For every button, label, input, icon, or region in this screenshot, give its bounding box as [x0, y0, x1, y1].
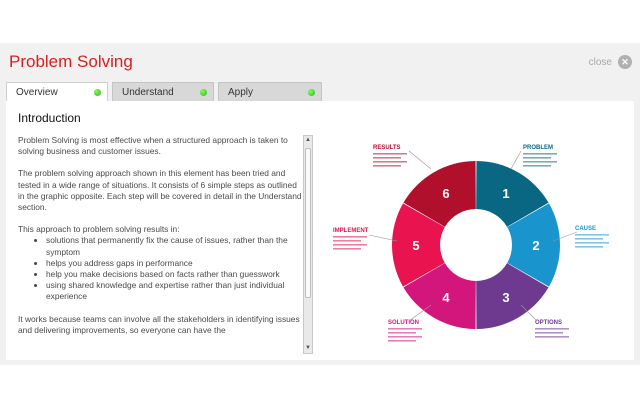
tab-label: Overview [16, 87, 58, 98]
list-item: using shared knowledge and expertise rat… [46, 280, 304, 302]
fine-print-line [333, 248, 361, 250]
close-button[interactable]: close ✕ [589, 55, 632, 69]
fine-print-line [535, 332, 563, 334]
tab-understand[interactable]: Understand [112, 82, 214, 101]
scroll-down-arrow-icon[interactable]: ▼ [304, 344, 312, 353]
content-area: Introduction Problem Solving is most eff… [6, 101, 634, 360]
ring-center [440, 209, 512, 281]
fine-print-line [535, 328, 569, 330]
close-label: close [588, 56, 612, 68]
scrollbar-thumb[interactable] [305, 148, 311, 298]
fine-print-line [333, 236, 367, 238]
tab-label: Apply [228, 87, 254, 98]
fine-print-line [373, 157, 401, 159]
tab-apply[interactable]: Apply [218, 82, 322, 101]
fine-print-line [388, 336, 422, 338]
fine-print-line [333, 244, 367, 246]
leader-line [510, 150, 522, 170]
paragraph: It works because teams can involve all t… [18, 313, 300, 335]
section-heading: Introduction [18, 111, 81, 125]
status-dot-icon [94, 89, 101, 96]
fine-print-line [388, 328, 422, 330]
segment-number: 6 [442, 186, 449, 201]
segment-number: 2 [532, 238, 539, 253]
fine-print-line [575, 234, 609, 236]
tab-label: Understand [122, 87, 174, 98]
paragraph: The problem solving approach shown in th… [18, 168, 302, 213]
status-dot-icon [308, 89, 315, 96]
segment-number: 5 [412, 238, 419, 253]
bottom-band [0, 365, 640, 414]
fine-print-line [388, 332, 416, 334]
status-dot-icon [200, 89, 207, 96]
fine-print-line [575, 242, 609, 244]
fine-print-line [373, 153, 407, 155]
segment-number: 3 [502, 290, 509, 305]
segment-label-options: OPTIONS [535, 320, 562, 326]
results-list: solutions that permanently fix the cause… [18, 235, 304, 302]
paragraph: Problem Solving is most effective when a… [18, 135, 288, 157]
problem-solving-cycle-diagram: 1 2 3 4 5 6 PROBLEM CAUSE OPTIONS SOLUTION IM… [333, 145, 609, 342]
segment-label-cause: CAUSE [575, 226, 596, 232]
fine-print-line [523, 157, 551, 159]
fine-print-line [523, 165, 551, 167]
page-title: Problem Solving [9, 52, 133, 71]
top-band [0, 0, 640, 43]
tab-overview[interactable]: Overview [6, 82, 108, 102]
fine-print-line [523, 153, 557, 155]
close-icon[interactable]: ✕ [618, 55, 632, 69]
fine-print-line [575, 246, 603, 248]
scroll-up-arrow-icon[interactable]: ▲ [304, 136, 312, 145]
segment-label-results: RESULTS [373, 145, 401, 151]
fine-print-line [575, 238, 603, 240]
fine-print-line [333, 240, 361, 242]
paragraph: This approach to problem solving results… [18, 224, 180, 235]
list-item: solutions that permanently fix the cause… [46, 235, 304, 257]
segment-label-solution: SOLUTION [388, 320, 419, 326]
fine-print-line [535, 336, 569, 338]
intro-text[interactable]: Problem Solving is most effective when a… [18, 135, 304, 357]
leader-line [408, 150, 432, 170]
fine-print-line [373, 165, 401, 167]
segment-number: 1 [502, 186, 509, 201]
segment-number: 4 [442, 290, 450, 305]
fine-print-line [523, 161, 557, 163]
segment-label-implement: IMPLEMENT [333, 228, 369, 234]
list-item: helps you address gaps in performance [46, 258, 304, 269]
scrollbar[interactable]: ▲ ▼ [303, 135, 313, 354]
fine-print-line [373, 161, 407, 163]
list-item: help you make decisions based on facts r… [46, 269, 304, 280]
fine-print-line [388, 340, 416, 342]
segment-label-problem: PROBLEM [523, 145, 553, 151]
